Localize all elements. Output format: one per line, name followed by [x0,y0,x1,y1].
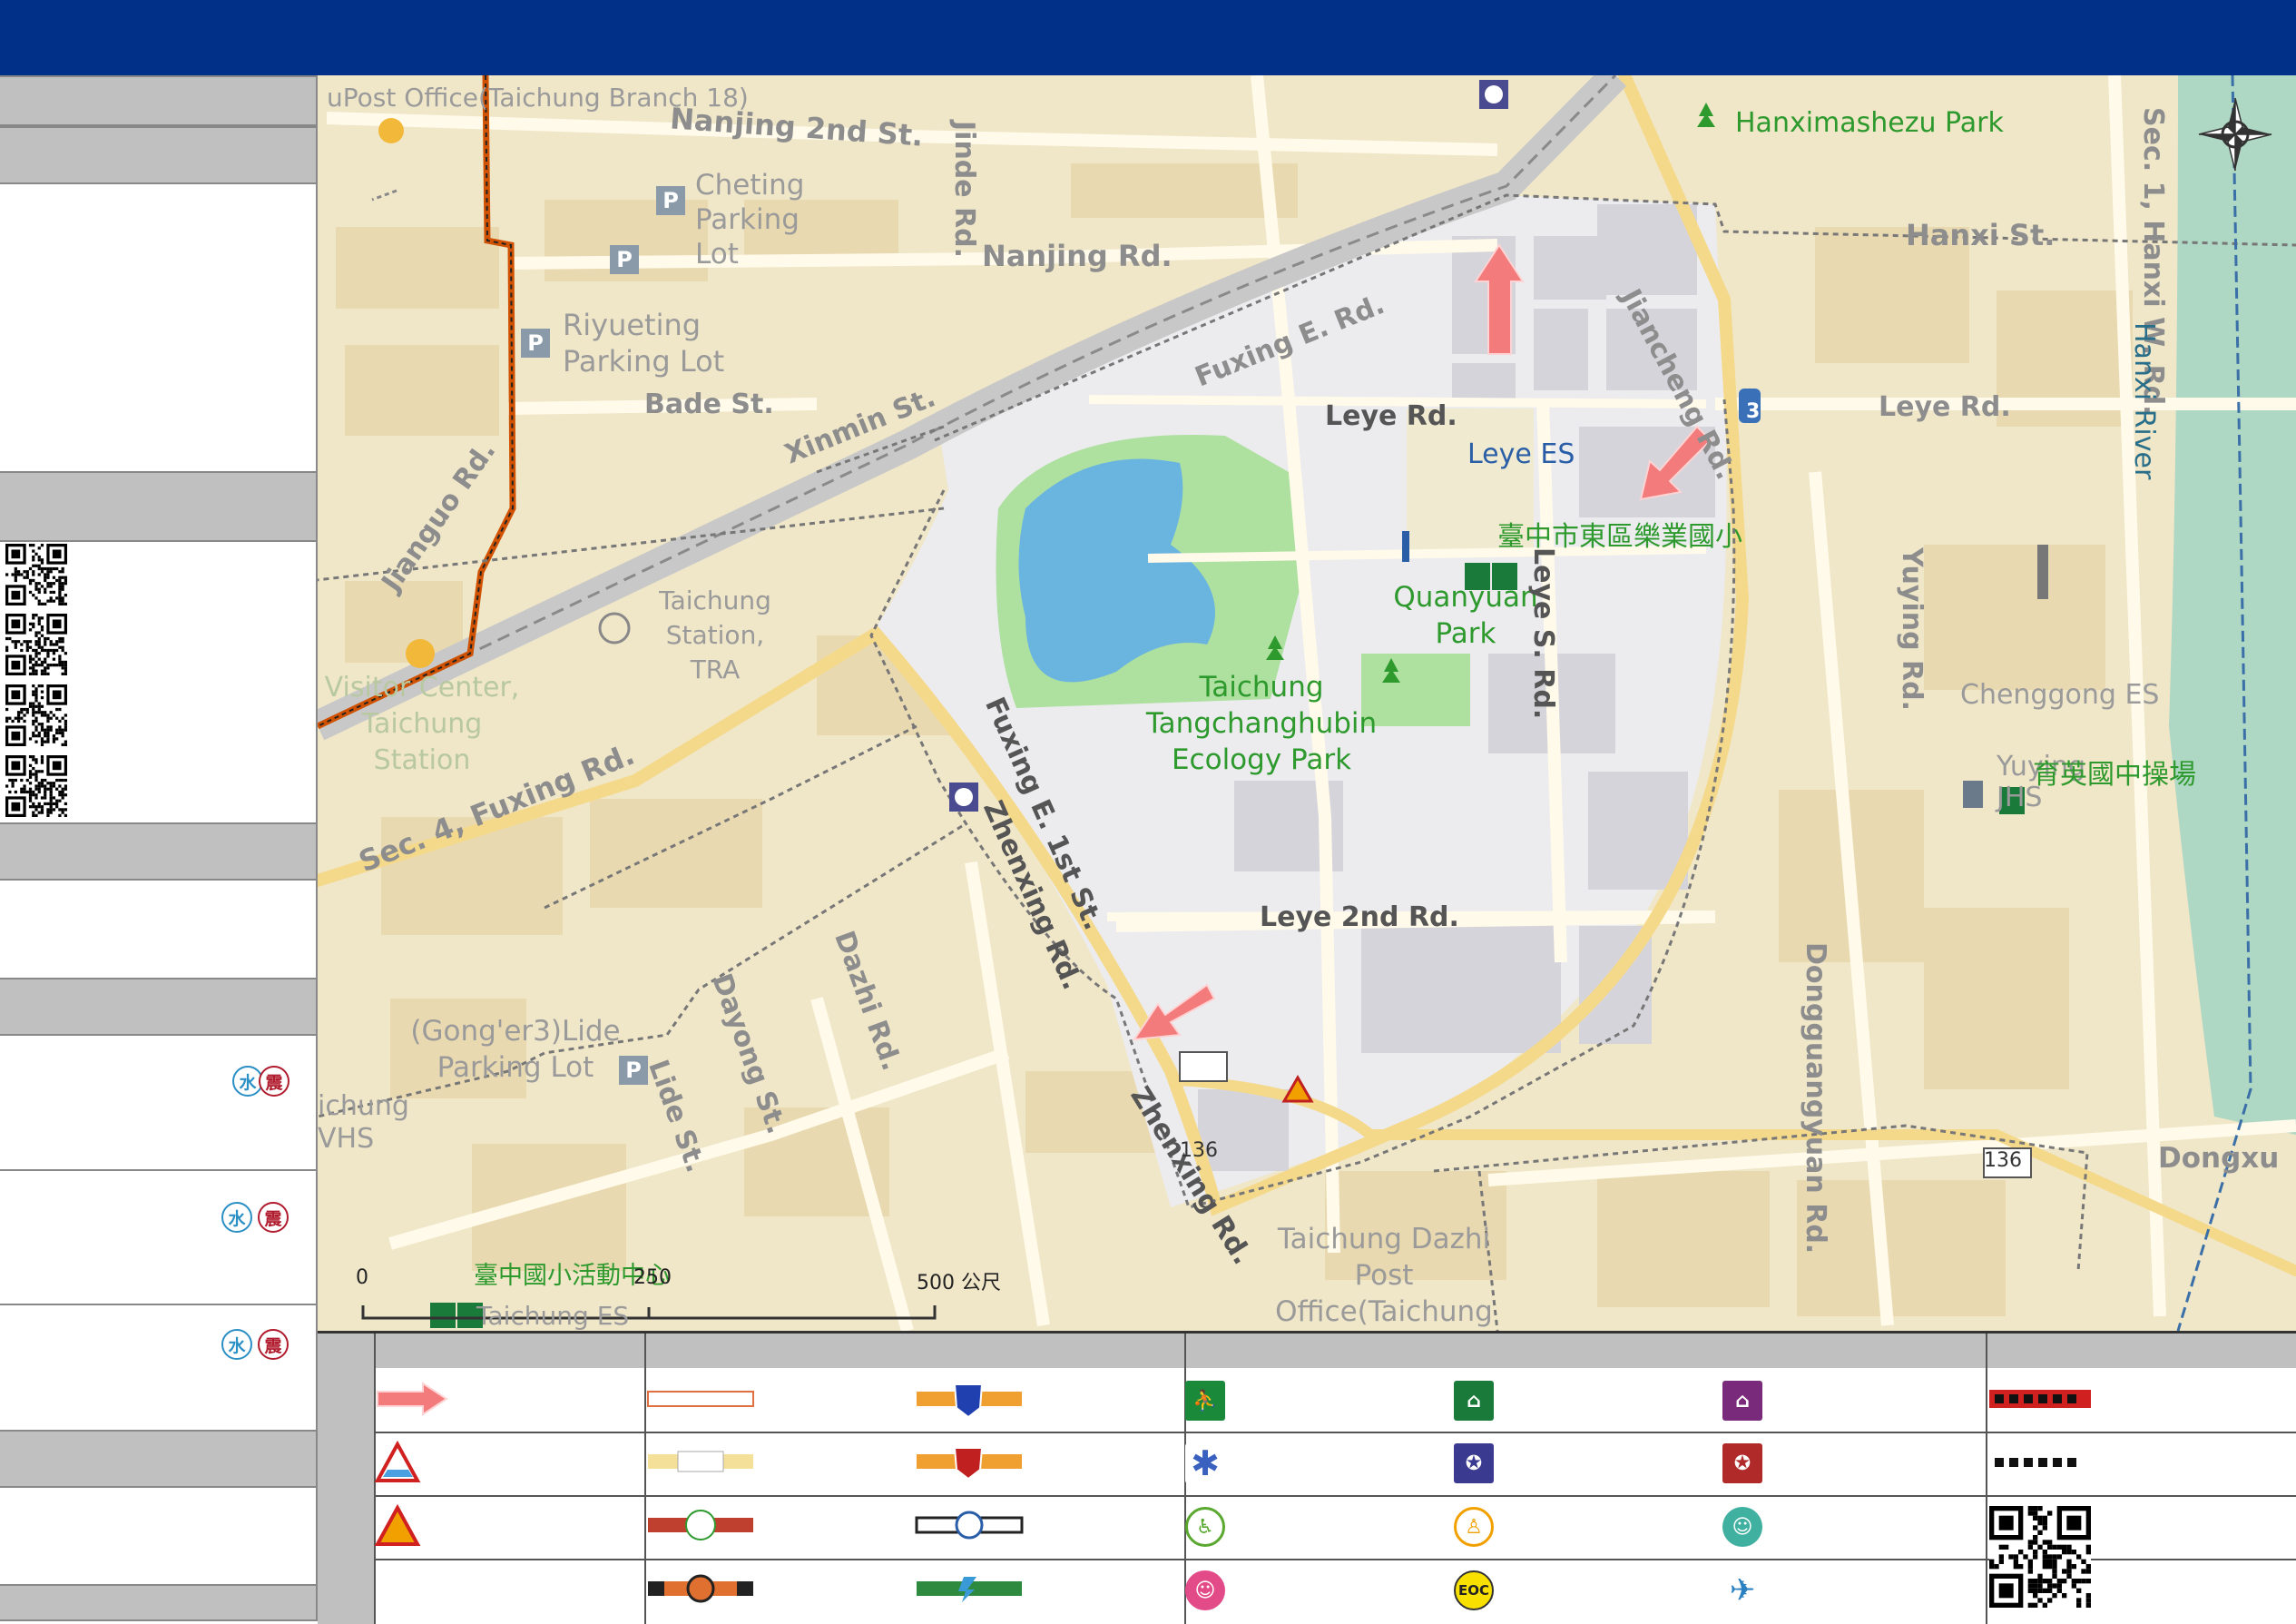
road-label: Bade St. [644,389,774,420]
flood-hazard-icon: 水 [221,1329,252,1360]
svg-text:P: P [616,247,633,272]
place-label: (Gong'er3)Lide Parking Lot [410,1015,621,1084]
sidebar-header-4 [0,822,316,881]
earthquake-hazard-icon: 震 [258,1329,289,1360]
visitor-info-icon [406,639,435,668]
place-label: Cheting Parking Lot [695,169,805,271]
road-label: Dongguangyuan Rd. [1800,942,1831,1255]
earthquake-hazard-icon: 震 [258,1202,289,1233]
route-number: 136 [1984,1149,2022,1172]
fire-dept-icon: ✪ [1722,1443,1762,1483]
rail-station-icon [598,612,631,645]
svg-text:P: P [527,330,544,356]
earthquake-hazard-icon: 震 [259,1066,289,1097]
school-label: Leye ES [1467,438,1575,470]
flood-hazard-icon: 水 [221,1202,252,1233]
road-label: Dongxu [2158,1142,2280,1175]
shelter-icon [430,1303,456,1328]
station-label: Taichung Station, TRA [659,586,771,684]
school-flag-icon [1963,781,1983,808]
park-label: Taichung Tangchanghubin Ecology Park [1145,671,1378,776]
outdoor-shelter-icon: ⛹ [1185,1381,1225,1421]
school-label: Taichung ES [476,1301,630,1331]
elderly-care-icon: ♙ [1454,1507,1494,1547]
school-label: Chenggong ES [1960,679,2160,711]
heliport-icon: ✈ [1722,1570,1762,1610]
landslide-warning-icon [374,1503,421,1546]
route-number: 136 [1180,1139,1218,1162]
park-label: Hanximashezu Park [1735,107,2004,139]
route-shield-icon [1179,1051,1228,1082]
elderly-care-teal-icon: ☺ [1722,1507,1762,1547]
road-label: Leye 2nd Rd. [1260,901,1459,933]
place-label: Taichung Dazhi Post Office(Taichung Bran… [1275,1223,1493,1328]
village-boundary-red-icon [1989,1390,2091,1408]
medical-star-icon: ✱ [1185,1443,1225,1483]
elderly-care-icon [378,118,404,143]
road-label: Leye Rd. [1325,400,1457,432]
disaster-shelter-icon: ⌂ [1722,1381,1762,1421]
qr-code-1[interactable] [5,544,67,605]
sidebar-header-5 [0,978,316,1036]
place-label: Riyueting Parking Lot [563,308,725,379]
sidebar-header-6 [0,1430,316,1488]
sidebar-header-1 [0,75,316,126]
qr-code-3[interactable] [5,684,67,746]
school-label: ichung VHS [318,1090,409,1155]
road-label: Nanjing Rd. [982,239,1173,273]
hanxi-river [2169,75,2296,1135]
map-legend: ⛹ ✱ ♿ ☺ ⌂ ✪ ♙ EOC ⌂ ✪ ☺ ✈ [318,1331,2296,1624]
road-label: Yuying Rd. [1896,547,1928,711]
evacuation-arrow-icon [377,1382,448,1416]
sidebar-header-2 [0,126,316,184]
road-label: Leye S. Rd. [1527,547,1559,720]
title-bar [0,0,2296,75]
scale-label-end: 500 公尺 [917,1272,1001,1294]
shelter-label: 育英國中操場 [2033,759,2196,791]
place-label: Visitor Center, Taichung Station [324,672,520,776]
road-label: Jinde Rd. [948,121,980,259]
school-flag-icon [1402,531,1409,562]
qr-code-icon[interactable] [1989,1506,2091,1608]
info-sidebar: 水 震 水 震 水 震 [0,75,318,1621]
police-badge-icon: ✪ [1454,1443,1494,1483]
accessible-icon: ♿ [1185,1507,1225,1547]
emergency-building-icon: ⌂ [1454,1381,1494,1421]
sidebar-header-3 [0,471,316,542]
baby-care-icon: ☺ [1185,1570,1225,1610]
road-label: Hanxi St. [1906,218,2056,252]
qr-code-4[interactable] [5,755,67,817]
scale-label-zero: 0 [356,1266,368,1289]
river-label: Hanxi River [2128,322,2160,480]
town-boundary-black-icon [1995,1458,2076,1467]
road-white-icon [647,1391,754,1407]
svg-text:P: P [662,188,679,213]
road-label: Leye Rd. [1879,391,2011,423]
highway-number: 3 [1746,400,1761,423]
qr-code-2[interactable] [5,614,67,675]
sidebar-header-7 [0,1584,316,1621]
eoc-icon: EOC [1454,1570,1494,1610]
evacuation-map[interactable]: P P P P uPost Office(Taichung Branch 18)… [318,75,2296,1331]
scale-label-mid: 250 [633,1266,672,1289]
school-marker-icon [2037,545,2048,599]
